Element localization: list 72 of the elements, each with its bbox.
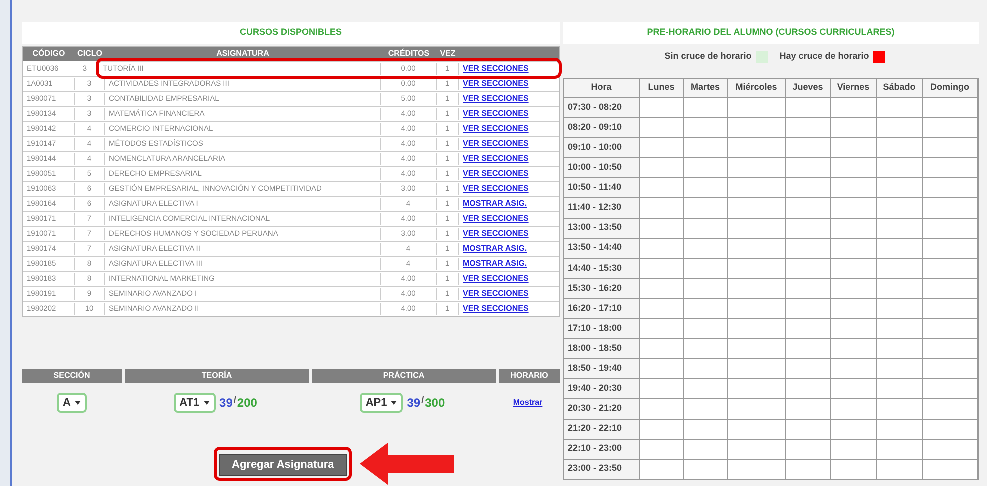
column-header: Jueves — [786, 79, 831, 97]
practice-select[interactable]: AP1 — [360, 393, 404, 413]
legend-label: Hay cruce de horario — [780, 50, 870, 64]
column-header: SECCIÓN — [22, 369, 122, 383]
column-header: ASIGNATURA — [216, 48, 270, 60]
time-slot: 13:00 - 13:50 — [564, 218, 640, 238]
sections-link[interactable]: VER SECCIONES — [459, 288, 559, 300]
column-header: Martes — [684, 79, 728, 97]
time-slot: 16:20 - 17:10 — [564, 298, 640, 318]
theory-select[interactable]: AT1 — [174, 393, 216, 413]
column-header: Hora — [564, 79, 640, 97]
sections-link[interactable]: MOSTRAR ASIG. — [459, 243, 559, 255]
time-slot: 23:00 - 23:50 — [564, 460, 640, 479]
time-slot: 11:40 - 12:30 — [564, 198, 640, 218]
sections-link[interactable]: VER SECCIONES — [459, 138, 559, 150]
column-header: Lunes — [640, 79, 684, 97]
time-slot: 18:50 - 19:40 — [564, 359, 640, 378]
time-slot: 20:30 - 21:20 — [564, 399, 640, 418]
column-header: Miércoles — [728, 79, 786, 97]
time-slot: 13:50 - 14:40 — [564, 238, 640, 258]
column-header: CÓDIGO — [32, 48, 66, 60]
section-select[interactable]: A — [57, 393, 87, 413]
column-header: TEORÍA — [125, 369, 309, 383]
time-slot: 14:40 - 15:30 — [564, 258, 640, 278]
column-header: Viernes — [831, 79, 877, 97]
sections-link[interactable]: MOSTRAR ASIG. — [459, 258, 559, 270]
sections-link[interactable]: VER SECCIONES — [459, 78, 559, 90]
time-slot: 07:30 - 08:20 — [564, 98, 640, 118]
sections-link[interactable]: VER SECCIONES — [459, 123, 559, 135]
sections-link[interactable]: MOSTRAR ASIG. — [459, 198, 559, 210]
sections-link[interactable]: VER SECCIONES — [459, 153, 559, 165]
column-header: Sábado — [877, 79, 923, 97]
sections-link[interactable]: VER SECCIONES — [459, 273, 559, 285]
panel-title: CURSOS DISPONIBLES — [240, 26, 342, 40]
sections-link[interactable]: VER SECCIONES — [459, 213, 559, 225]
time-slot: 21:20 - 22:10 — [564, 420, 640, 439]
time-slot: 22:10 - 23:00 — [564, 440, 640, 459]
dropdown-caret-icon — [204, 401, 210, 405]
column-header: PRÁCTICA — [312, 369, 496, 383]
column-header: Domingo — [923, 79, 978, 97]
separator: / — [422, 394, 424, 407]
arrow-icon — [360, 443, 454, 485]
column-header: VEZ — [439, 48, 457, 60]
show-schedule-link[interactable]: Mostrar — [513, 397, 543, 409]
sections-link[interactable]: VER SECCIONES — [459, 183, 559, 195]
sections-link[interactable]: VER SECCIONES — [459, 108, 559, 120]
sections-link[interactable]: VER SECCIONES — [459, 63, 559, 75]
dropdown-caret-icon — [74, 401, 81, 405]
add-subject-button[interactable]: Agregar Asignatura — [219, 454, 348, 476]
time-slot: 09:10 - 10:00 — [564, 138, 640, 158]
sections-link[interactable]: VER SECCIONES — [459, 228, 559, 240]
time-slot: 19:40 - 20:30 — [564, 379, 640, 398]
time-slot: 17:10 - 18:00 — [564, 319, 640, 338]
time-slot: 10:00 - 10:50 — [564, 158, 640, 178]
dropdown-caret-icon — [391, 401, 398, 405]
time-slot: 18:00 - 18:50 — [564, 339, 640, 358]
column-header: HORARIO — [499, 369, 560, 383]
sections-link[interactable]: VER SECCIONES — [459, 168, 559, 180]
enrolled-count: 39 — [220, 395, 233, 412]
separator: / — [234, 394, 236, 407]
column-header: CRÉDITOS — [387, 48, 431, 60]
time-slot: 15:30 - 16:20 — [564, 278, 640, 298]
sections-link[interactable]: VER SECCIONES — [459, 93, 559, 105]
capacity-count: 200 — [237, 395, 258, 412]
capacity-count: 300 — [425, 395, 446, 412]
panel-title: PRE-HORARIO DEL ALUMNO (CURSOS CURRICULARES) — [647, 26, 895, 40]
time-slot: 10:50 - 11:40 — [564, 178, 640, 198]
time-slot: 08:20 - 09:10 — [564, 118, 640, 138]
enrolled-count: 39 — [407, 395, 421, 412]
sections-link[interactable]: VER SECCIONES — [459, 303, 559, 315]
legend-label: Sin cruce de horario — [664, 50, 752, 64]
column-header: CICLO — [76, 48, 104, 60]
